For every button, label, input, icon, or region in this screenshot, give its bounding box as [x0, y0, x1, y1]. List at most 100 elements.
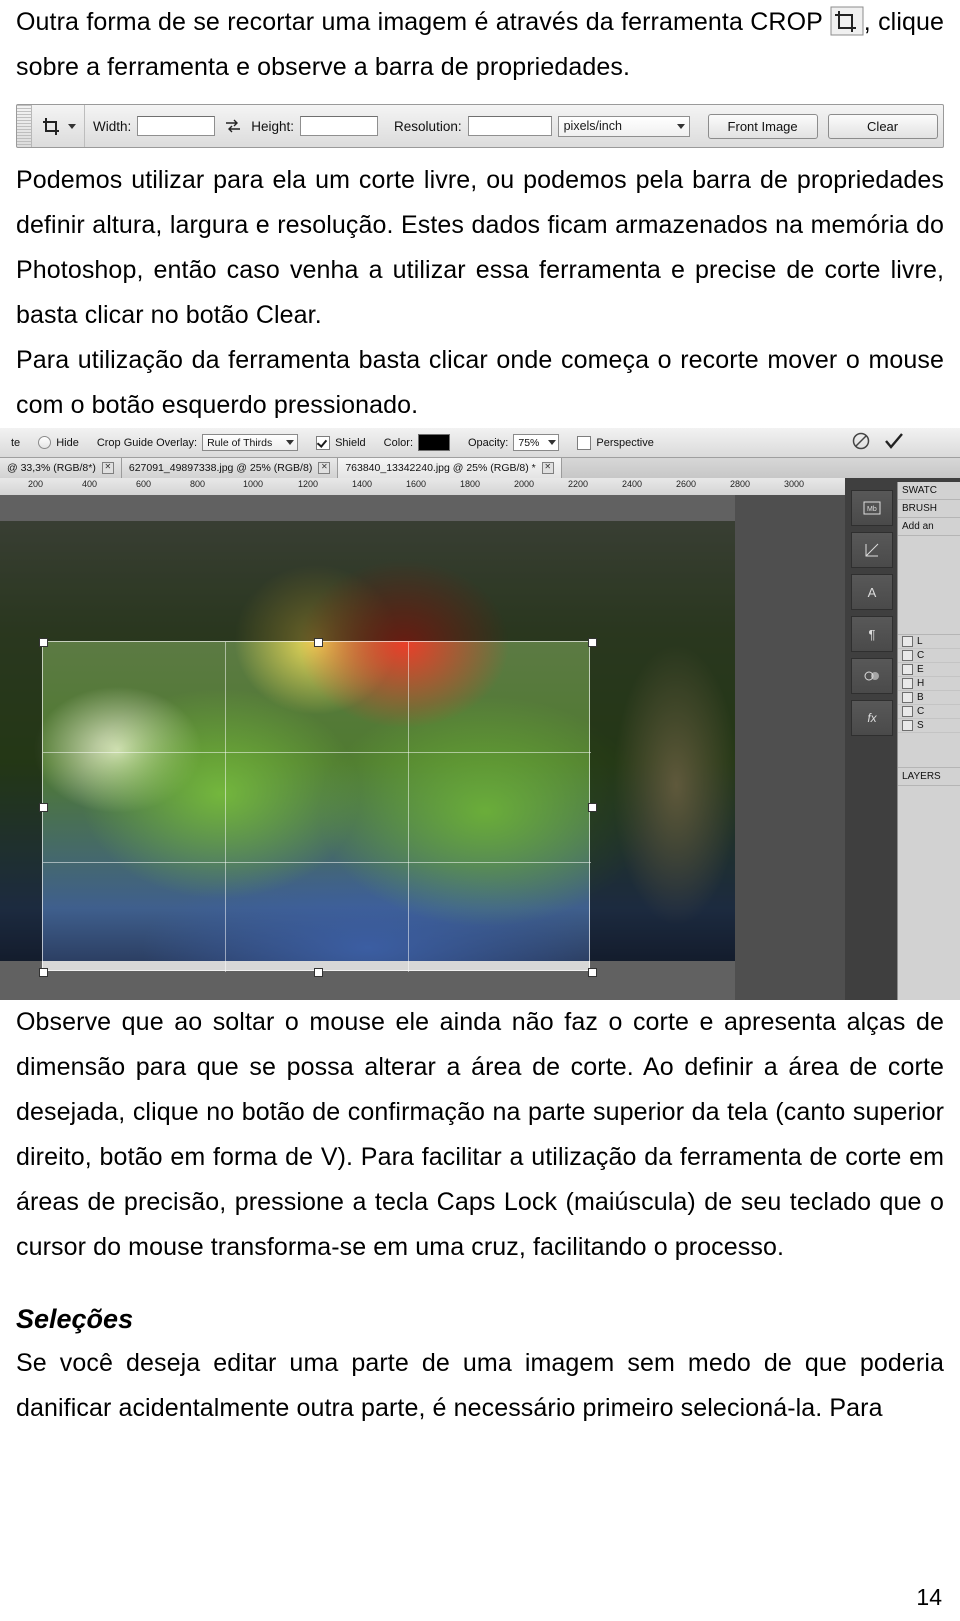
perspective-label: Perspective [596, 436, 654, 449]
crop-shade-top [0, 495, 735, 641]
intro-text: Outra forma de se recortar uma imagem é … [16, 8, 823, 36]
text-icon[interactable]: A [851, 574, 893, 610]
list-item[interactable]: S [898, 719, 960, 733]
crop-guide-overlay-select[interactable]: Rule of Thirds [202, 434, 299, 451]
docked-panels: SWATC BRUSH Add an L C E H B C S LAYERS [897, 482, 960, 1000]
document-tab[interactable]: 627091_49897338.jpg @ 25% (RGB/8) ✕ [121, 458, 339, 478]
document-tab[interactable]: @ 33,3% (RGB/8*) ✕ [0, 458, 122, 478]
ruler-tick: 2800 [730, 479, 751, 489]
panel-icon-column: Mb A ¶ fx [851, 490, 893, 736]
list-item[interactable]: B [898, 691, 960, 705]
ruler-tick: 3000 [784, 479, 805, 489]
crop-handle-middle-left[interactable] [39, 803, 48, 812]
crop-handle-top-center[interactable] [314, 638, 323, 647]
paragraph-selecoes: Se você deseja editar uma parte de uma i… [16, 1349, 944, 1422]
crop-guide-line [408, 642, 409, 972]
document-tab[interactable]: 763840_13342240.jpg @ 25% (RGB/8) * ✕ [338, 458, 562, 478]
resolution-input[interactable] [467, 116, 552, 136]
options-bar-grip[interactable] [17, 105, 32, 147]
list-item[interactable]: E [898, 663, 960, 677]
crop-guide-line [43, 862, 591, 863]
height-input[interactable] [300, 116, 379, 136]
crop-options-bar: Width: Height: Resolution: pixels/inch F… [16, 104, 944, 148]
ruler-tick: 2400 [622, 479, 643, 489]
crop-guide-overlay-value: Rule of Thirds [207, 436, 273, 449]
perspective-option[interactable]: Perspective [568, 435, 662, 450]
opacity-input[interactable]: 75% [513, 434, 560, 451]
list-item-label: S [917, 720, 924, 731]
crop-guide-line [43, 752, 591, 753]
document-page: Outra forma de se recortar uma imagem é … [0, 0, 960, 1621]
measure-icon[interactable] [851, 532, 893, 568]
ruler-tick: 1800 [460, 479, 481, 489]
ruler-tick: 1000 [243, 479, 264, 489]
paragraph-intro: Outra forma de se recortar uma imagem é … [16, 0, 944, 90]
options-bar-tool-preset[interactable] [32, 105, 85, 147]
checkbox-icon [577, 435, 592, 450]
crop-guide-overlay-group: Crop Guide Overlay: Rule of Thirds [88, 434, 307, 451]
panel-spacer [898, 733, 960, 768]
list-bullet-icon [902, 720, 913, 731]
width-input[interactable] [137, 116, 216, 136]
list-item[interactable]: C [898, 705, 960, 719]
commit-crop-checkmark-icon[interactable] [884, 432, 904, 453]
close-icon[interactable]: ✕ [541, 462, 554, 474]
color-swatch[interactable] [418, 434, 450, 451]
hide-label: Hide [56, 436, 79, 449]
list-bullet-icon [902, 664, 913, 675]
clear-button[interactable]: Clear [827, 113, 938, 139]
list-item[interactable]: L [898, 635, 960, 649]
svg-text:Mb: Mb [867, 506, 877, 513]
mini-bridge-icon[interactable]: Mb [851, 490, 893, 526]
list-item[interactable]: H [898, 677, 960, 691]
paragraph-after-bar-2: Para utilização da ferramenta basta clic… [16, 346, 944, 419]
shield-color-group: Color: [375, 434, 459, 451]
list-bullet-icon [902, 678, 913, 689]
intro-text-tail: , [863, 8, 871, 36]
panel-tab-brushes[interactable]: BRUSH [898, 500, 960, 518]
front-image-button[interactable]: Front Image [707, 113, 818, 139]
crop-shade-bottom [0, 971, 735, 1000]
panel-tab-swatches[interactable]: SWATC [898, 482, 960, 500]
crop-handle-bottom-left[interactable] [39, 968, 48, 977]
close-icon[interactable]: ✕ [318, 462, 331, 474]
radio-icon [38, 436, 52, 449]
section-heading-selecoes: Seleções [16, 1304, 134, 1334]
adjustments-thumbnails[interactable] [898, 536, 960, 635]
list-item[interactable]: C [898, 649, 960, 663]
crop-confirm-group [852, 432, 960, 453]
cancel-crop-icon[interactable] [852, 432, 870, 453]
resolution-unit-value: pixels/inch [563, 119, 622, 133]
crop-handle-bottom-center[interactable] [314, 968, 323, 977]
list-bullet-icon [902, 650, 913, 661]
crop-shade-right [590, 641, 735, 971]
shield-option[interactable]: Shield [307, 435, 375, 450]
document-tab-label: @ 33,3% (RGB/8*) [7, 462, 96, 474]
right-panel-dock: « Mb A ¶ fx SWATC BRUSH Add an [845, 478, 960, 1000]
image-document[interactable] [0, 495, 735, 1000]
resolution-field-group: Resolution: pixels/inch [386, 115, 698, 137]
list-item-label: H [917, 678, 925, 689]
hide-option[interactable]: Hide [29, 436, 88, 449]
panel-tab-layers[interactable]: LAYERS [898, 768, 960, 786]
paragraph-icon[interactable]: ¶ [851, 616, 893, 652]
crop-selection-rectangle[interactable] [39, 638, 597, 977]
canvas-area[interactable] [0, 495, 845, 1000]
crop-options-bar-secondary: te Hide Crop Guide Overlay: Rule of Thir… [0, 428, 960, 458]
ruler-tick: 2600 [676, 479, 697, 489]
crop-handle-bottom-right[interactable] [588, 968, 597, 977]
checkbox-icon [316, 435, 331, 450]
fx-icon[interactable]: fx [851, 700, 893, 736]
adjustments-icon[interactable] [851, 658, 893, 694]
resolution-unit-select[interactable]: pixels/inch [557, 115, 690, 137]
chevron-down-icon[interactable] [68, 123, 76, 129]
list-bullet-icon [902, 706, 913, 717]
crop-handle-top-right[interactable] [588, 638, 597, 647]
ruler-tick: 800 [190, 479, 206, 489]
crop-tool-icon [38, 114, 64, 138]
crop-handle-middle-right[interactable] [588, 803, 597, 812]
document-tab-label: 763840_13342240.jpg @ 25% (RGB/8) * [345, 462, 536, 474]
crop-handle-top-left[interactable] [39, 638, 48, 647]
swap-width-height-icon[interactable] [223, 116, 243, 136]
close-icon[interactable]: ✕ [101, 462, 114, 474]
